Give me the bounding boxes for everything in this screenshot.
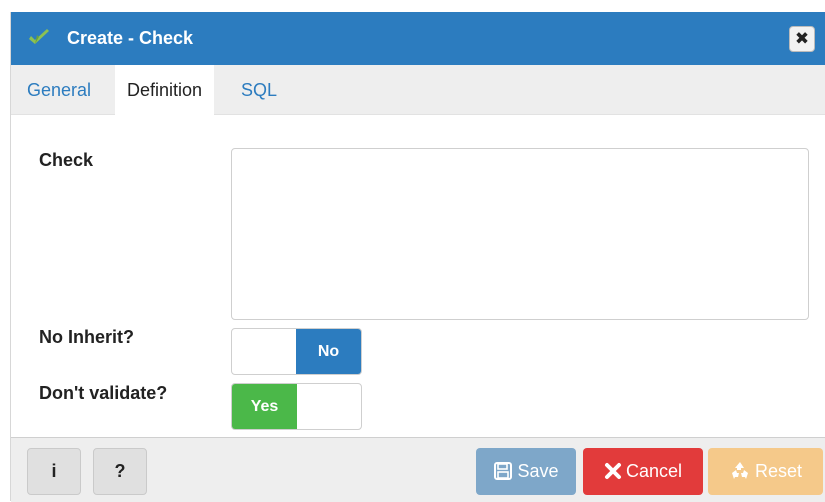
- dont-validate-toggle[interactable]: Yes: [231, 383, 362, 430]
- no-inherit-toggle[interactable]: No: [231, 328, 362, 375]
- help-icon: ?: [114, 461, 126, 481]
- tab-sql[interactable]: SQL: [241, 65, 277, 115]
- close-button[interactable]: ✖: [789, 26, 815, 52]
- no-inherit-label: No Inherit?: [39, 327, 134, 347]
- help-button[interactable]: ?: [93, 448, 147, 495]
- no-inherit-toggle-state: No: [296, 329, 361, 374]
- definition-panel: Check No Inherit? No Don't validate? Yes: [11, 115, 825, 445]
- dialog-titlebar: Create - Check ✖: [11, 12, 825, 65]
- dialog-title: Create - Check: [67, 28, 194, 48]
- check-leaf-icon: [29, 29, 49, 44]
- check-textarea[interactable]: [231, 148, 809, 320]
- save-button[interactable]: Save: [476, 448, 576, 495]
- cancel-button[interactable]: Cancel: [583, 448, 703, 495]
- tab-definition[interactable]: Definition: [115, 65, 215, 115]
- create-check-dialog: Create - Check ✖ General Definition SQL …: [10, 12, 825, 502]
- reset-button[interactable]: Reset: [708, 448, 823, 495]
- floppy-disk-icon: [494, 462, 513, 481]
- info-button[interactable]: i: [27, 448, 81, 495]
- recycle-icon: [731, 462, 748, 480]
- close-icon: ✖: [794, 29, 810, 48]
- check-label: Check: [39, 150, 94, 170]
- cancel-label: Cancel: [625, 460, 683, 481]
- reset-label: Reset: [754, 460, 803, 481]
- dont-validate-toggle-state: Yes: [232, 384, 297, 429]
- tab-general[interactable]: General: [27, 65, 91, 115]
- info-icon: i: [51, 461, 57, 481]
- dont-validate-label: Don't validate?: [39, 383, 168, 403]
- x-icon: [604, 463, 621, 480]
- dialog-footer: i ? Save Cancel Reset: [11, 437, 825, 502]
- save-label: Save: [517, 460, 559, 481]
- tab-bar: General Definition SQL: [11, 65, 825, 115]
